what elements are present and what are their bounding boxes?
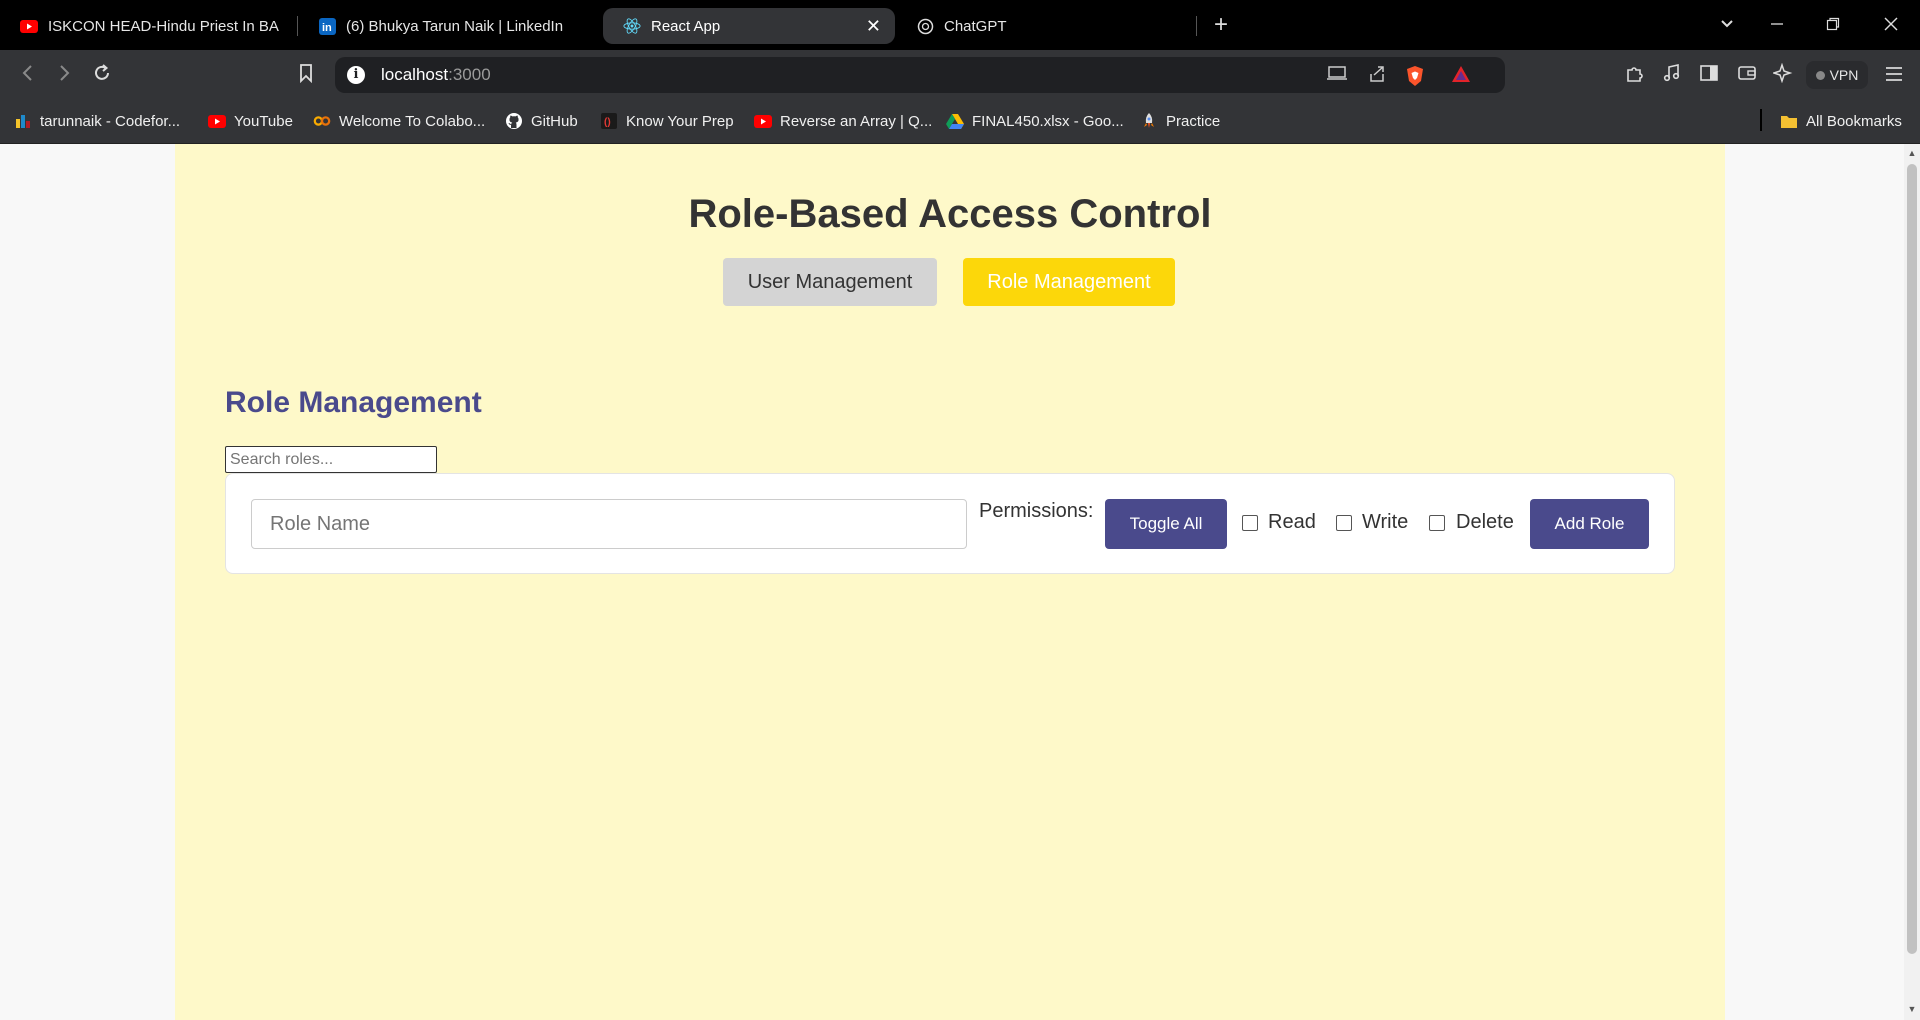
page-viewport: Role-Based Access Control User Managemen… (0, 144, 1904, 1020)
youtube-icon (20, 17, 38, 35)
back-icon[interactable] (15, 63, 41, 89)
bookmark-label: Practice (1166, 112, 1221, 130)
role-name-input[interactable] (251, 499, 967, 549)
share-icon[interactable] (1365, 65, 1389, 87)
delete-label: Delete (1456, 511, 1514, 533)
linkedin-icon: in (318, 17, 336, 35)
vpn-button[interactable]: VPN (1806, 61, 1868, 89)
bookmark-label: Welcome To Colabo... (339, 112, 486, 130)
scroll-down-icon[interactable]: ▼ (1907, 1004, 1917, 1014)
page-scrollbar[interactable]: ▲ ▼ (1904, 144, 1920, 1020)
tab-linkedin[interactable]: in (6) Bhukya Tarun Naik | LinkedIn (298, 8, 588, 44)
tab-search-chevron-icon[interactable] (1712, 13, 1742, 37)
knowyourprep-icon: () (600, 112, 618, 130)
restore-icon[interactable] (1818, 13, 1848, 37)
tab-divider (1196, 16, 1197, 36)
write-checkbox[interactable] (1336, 515, 1352, 531)
tab-label: ISKCON HEAD-Hindu Priest In BA (48, 17, 279, 35)
read-checkbox[interactable] (1242, 515, 1258, 531)
bookmark-label: Reverse an Array | Q... (780, 112, 933, 130)
minimize-icon[interactable] (1762, 13, 1792, 37)
bookmark-codeforces[interactable]: tarunnaik - Codefor... (14, 112, 180, 130)
address-bar[interactable]: i localhost:3000 (335, 57, 1505, 93)
tab-label: (6) Bhukya Tarun Naik | LinkedIn (346, 17, 564, 35)
brave-rewards-icon[interactable] (1449, 65, 1473, 87)
tab-label: ChatGPT (944, 17, 1007, 35)
bookmark-practice[interactable]: Practice (1140, 112, 1220, 130)
tab-label: React App (651, 17, 721, 35)
bookmark-label: Know Your Prep (626, 112, 734, 130)
sidebar-icon[interactable] (1696, 63, 1722, 89)
svg-text:in: in (322, 22, 332, 34)
github-icon (505, 112, 523, 130)
bookmark-youtube[interactable]: YouTube (208, 112, 293, 130)
bookmark-label: FINAL450.xlsx - Goo... (972, 112, 1124, 130)
rocket-icon (1140, 112, 1158, 130)
scroll-thumb[interactable] (1907, 164, 1917, 954)
page-title: Role-Based Access Control (688, 192, 1212, 236)
delete-checkbox[interactable] (1429, 515, 1445, 531)
bookmark-icon[interactable] (293, 63, 319, 89)
url-text[interactable]: localhost:3000 (381, 65, 491, 85)
codeforces-icon (14, 112, 32, 130)
read-label: Read (1268, 511, 1316, 533)
bookmark-colab[interactable]: Welcome To Colabo... (313, 112, 485, 130)
folder-icon (1780, 112, 1798, 130)
bookmark-label: YouTube (234, 112, 293, 130)
tab-iskcon[interactable]: ISKCON HEAD-Hindu Priest In BA (0, 8, 290, 44)
search-roles-input[interactable] (225, 446, 437, 473)
menu-icon[interactable] (1881, 63, 1907, 89)
tab-chatgpt[interactable]: ChatGPT (896, 8, 1196, 44)
close-window-icon[interactable] (1876, 13, 1906, 37)
youtube-icon (754, 112, 772, 130)
google-drive-icon (946, 112, 964, 130)
close-tab-icon[interactable]: ✕ (866, 16, 881, 36)
new-tab-icon[interactable]: + (1206, 13, 1236, 37)
youtube-icon (208, 112, 226, 130)
colab-icon (313, 112, 331, 130)
url-port: :3000 (448, 65, 491, 84)
bookmark-github[interactable]: GitHub (505, 112, 578, 130)
all-bookmarks[interactable]: All Bookmarks (1780, 112, 1902, 130)
bookmark-final450[interactable]: FINAL450.xlsx - Goo... (946, 112, 1124, 130)
extensions-icon[interactable] (1621, 63, 1647, 89)
forward-icon[interactable] (51, 63, 77, 89)
reload-icon[interactable] (89, 63, 115, 89)
tab-strip: ISKCON HEAD-Hindu Priest In BA in (6) Bh… (0, 0, 1920, 50)
react-icon (623, 17, 641, 35)
wallet-icon[interactable] (1734, 63, 1760, 89)
role-management-button[interactable]: Role Management (963, 258, 1175, 306)
svg-text:(): () (604, 117, 611, 128)
media-icon[interactable] (1659, 63, 1685, 89)
bookmarks-divider (1760, 109, 1762, 131)
toggle-all-button[interactable]: Toggle All (1105, 499, 1227, 549)
scroll-up-icon[interactable]: ▲ (1907, 148, 1917, 158)
bookmark-label: GitHub (531, 112, 578, 130)
toolbar: i localhost:3000 VPN (0, 50, 1920, 100)
brave-shields-icon[interactable] (1403, 65, 1427, 87)
bookmark-know-your-prep[interactable]: () Know Your Prep (600, 112, 734, 130)
bookmark-label: tarunnaik - Codefor... (40, 112, 181, 130)
write-label: Write (1362, 511, 1409, 533)
bookmarks-bar: tarunnaik - Codefor... YouTube Welcome T… (0, 100, 1920, 144)
permissions-label: Permissions: (979, 500, 1094, 522)
site-info-icon[interactable]: i (347, 66, 365, 84)
add-role-form: Permissions: Toggle All Read Write Delet… (225, 473, 1675, 574)
install-app-icon[interactable] (1325, 65, 1349, 87)
app-container: Role-Based Access Control User Managemen… (175, 144, 1725, 1020)
chatgpt-icon (916, 17, 934, 35)
vpn-label: VPN (1829, 67, 1859, 83)
section-title: Role Management (225, 386, 482, 419)
all-bookmarks-label: All Bookmarks (1806, 112, 1902, 130)
add-role-button[interactable]: Add Role (1530, 499, 1649, 549)
vpn-status-dot (1815, 70, 1825, 80)
leo-ai-icon[interactable] (1770, 62, 1796, 89)
bookmark-reverse-array[interactable]: Reverse an Array | Q... (754, 112, 932, 130)
url-host: localhost (381, 65, 449, 84)
tab-react-app[interactable]: React App ✕ (603, 8, 895, 44)
user-management-button[interactable]: User Management (723, 258, 937, 306)
